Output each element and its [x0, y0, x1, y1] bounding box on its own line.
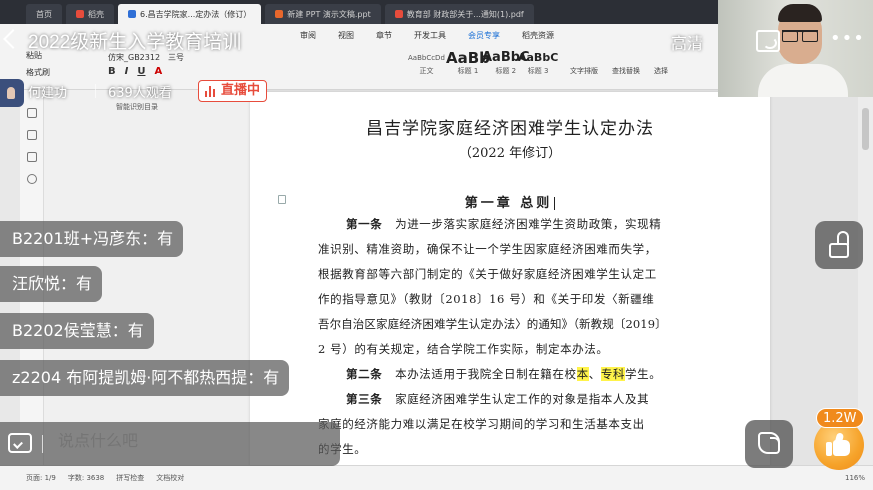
vertical-scrollbar[interactable] [858, 90, 873, 465]
doc-line: 2 号）的有关规定，结合学院工作实际，制定本办法。 [318, 342, 609, 356]
highlighted-text: 专科 [600, 367, 626, 381]
document-title: 昌吉学院家庭经济困难学生认定办法 [366, 119, 654, 139]
menu-view[interactable]: 视图 [338, 30, 354, 41]
select-button[interactable]: 选择 [654, 66, 668, 76]
pdf-icon [394, 10, 403, 18]
doc-line: 作的指导意见》（教财〔2018〕16 号）和《关于印发〈新疆维 [318, 292, 655, 306]
bold-button[interactable]: B [108, 66, 116, 77]
chat-message: B2202侯莹慧：有 [0, 313, 154, 349]
spell-check-button[interactable]: 拼写检查 [116, 473, 144, 483]
doc-line: 吾尔自治区家庭经济困难学生认定办法〉的通知》（新教规〔2019〕 [318, 317, 667, 331]
menu-dev-tools[interactable]: 开发工具 [414, 30, 446, 41]
highlighted-text: 本 [576, 367, 589, 381]
doc-tab-daoke[interactable]: 稻壳 [66, 4, 114, 24]
scrollbar-thumb[interactable] [862, 108, 869, 150]
doc-line: 第三条 家庭经济困难学生认定工作的对象是指本人及其 [346, 392, 650, 406]
more-icon[interactable]: ••• [830, 30, 865, 48]
word-doc-icon [128, 10, 136, 18]
menu-section[interactable]: 章节 [376, 30, 392, 41]
cast-icon[interactable] [756, 30, 780, 52]
host-name[interactable]: 何建功 [28, 82, 67, 101]
doc-tab-active-document[interactable]: 6.昌吉学院家...定办法（修订） [118, 4, 262, 24]
lock-icon [829, 231, 849, 259]
style-normal[interactable]: AaBbCcDd 正文 [408, 50, 445, 76]
divider [95, 84, 96, 98]
font-color-button[interactable]: A [154, 66, 162, 77]
stream-title: 2022级新生入学教育培训 [28, 32, 242, 53]
text-caret [554, 197, 556, 210]
doc-line: 第二条 本办法适用于我院全日制在籍在校本、专科学生。 [346, 367, 662, 381]
outline-icon[interactable] [27, 108, 37, 118]
phone-icon [758, 432, 780, 454]
status-bar: 页面: 1/9 字数: 3638 拼写检查 文档校对 116% [0, 465, 873, 490]
style-heading-3[interactable]: AaBbC 标题 3 [518, 50, 558, 76]
format-painter-button[interactable]: 格式刷 [26, 67, 50, 78]
document-subtitle: （2022 年修订） [458, 146, 562, 161]
host-avatar[interactable] [0, 79, 24, 107]
bookmark-icon[interactable] [27, 152, 37, 162]
smart-toc-button[interactable]: 智能识别目录 [116, 102, 158, 112]
screen-lock-button[interactable] [815, 221, 863, 269]
divider [42, 435, 43, 453]
chat-message: z2204 布阿提凯姆·阿不都热西提：有 [0, 360, 290, 396]
clipboard-group: 粘贴 格式刷 [26, 50, 50, 78]
underline-button[interactable]: U [137, 66, 145, 77]
menu-review[interactable]: 审阅 [300, 30, 316, 41]
word-count: 字数: 3638 [67, 474, 105, 482]
doc-line: 准识别、精准资助，确保不让一个学生因家庭经济困难而失学， [318, 242, 657, 256]
viewer-count: 639人观看 [108, 86, 172, 101]
like-icon [826, 432, 852, 457]
format-buttons: B I U A [108, 66, 162, 77]
zoom-level[interactable]: 116% [845, 474, 865, 482]
live-status-badge: 直播中 [198, 80, 268, 102]
menu-member[interactable]: 会员专享 [468, 30, 500, 41]
chapter-heading: 第一章 总则 [250, 192, 770, 211]
page-indicator: 页面: 1/9 [26, 474, 56, 482]
voice-call-button[interactable] [745, 420, 793, 468]
menu-daoke-resources[interactable]: 稻壳资源 [522, 30, 554, 41]
document-page[interactable]: 昌吉学院家庭经济困难学生认定办法 （2022 年修订） 第一章 总则 第一条 为… [250, 92, 770, 472]
ppt-icon [275, 10, 284, 18]
doc-line: 家庭的经济能力难以满足在校学习期间的学习和生活基本支出 [318, 417, 645, 431]
doc-tab-pdf[interactable]: 教育部 财政部关于...通知(1).pdf [384, 4, 534, 24]
like-count-badge: 1.2W [816, 408, 864, 428]
search-icon[interactable] [27, 174, 37, 184]
text-layout-button[interactable]: 文字排版 [570, 66, 598, 76]
live-bars-icon [205, 86, 217, 97]
right-tools: 文字排版 查找替换 选择 [570, 66, 668, 76]
chat-input[interactable] [58, 433, 318, 451]
doc-line: 第一条 为进一步落实家庭经济困难学生资助政策，实现精 [346, 217, 662, 231]
quality-button[interactable]: 高清 [671, 30, 703, 54]
thumbnail-icon[interactable] [27, 130, 37, 140]
chat-icon[interactable] [8, 433, 32, 453]
chat-message: 汪欣悦：有 [0, 266, 103, 302]
doc-tab-ppt[interactable]: 新建 PPT 演示文稿.ppt [265, 4, 381, 24]
ribbon-menu: 审阅 视图 章节 开发工具 会员专享 稻壳资源 [300, 30, 554, 41]
italic-button[interactable]: I [125, 66, 129, 77]
chat-input-bar[interactable] [0, 422, 340, 466]
doc-tab-home[interactable]: 首页 [26, 4, 62, 24]
find-replace-button[interactable]: 查找替换 [612, 66, 640, 76]
doc-line: 根据教育部等六部门制定的《关于做好家庭经济困难学生认定工 [318, 267, 657, 281]
proofread-button[interactable]: 文档校对 [156, 473, 184, 483]
daoke-icon [76, 10, 84, 18]
back-icon[interactable] [0, 26, 22, 54]
chat-message: B2201班+冯彦东：有 [0, 221, 184, 257]
